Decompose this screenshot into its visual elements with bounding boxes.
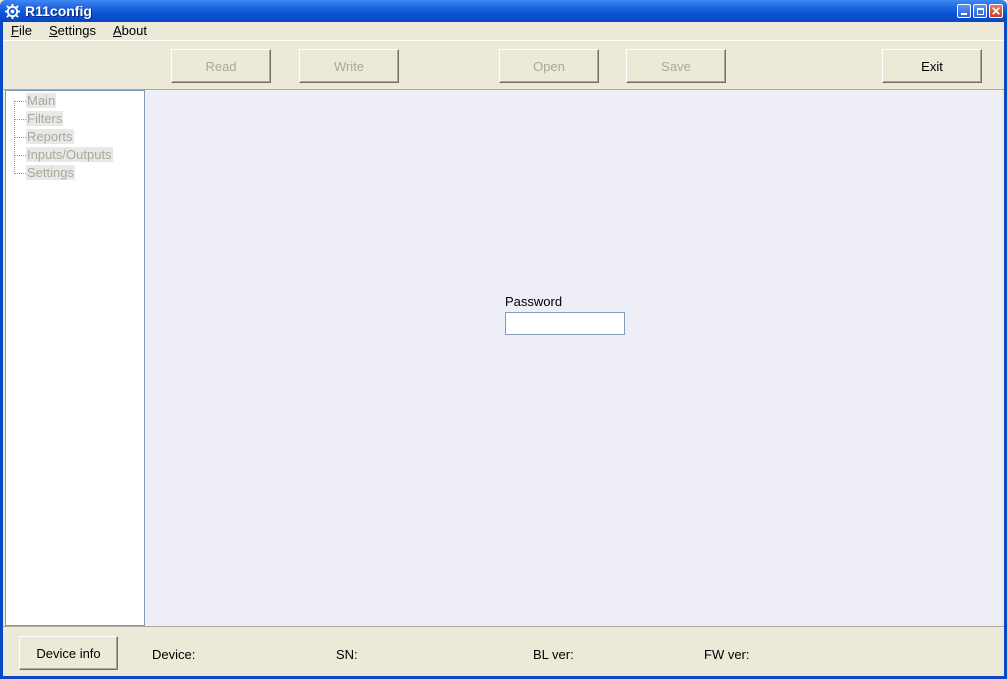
open-button[interactable]: Open — [499, 49, 599, 83]
bl-version-label: BL ver: — [533, 647, 574, 662]
tree-item-label: Main — [26, 93, 57, 108]
close-button[interactable] — [989, 4, 1003, 18]
app-window: R11config File Settings About Read Write… — [0, 0, 1007, 679]
menu-about[interactable]: About — [113, 23, 147, 38]
menu-bar: File Settings About — [3, 22, 1004, 40]
exit-button[interactable]: Exit — [882, 49, 982, 83]
tree-item-label: Inputs/Outputs — [26, 147, 113, 162]
close-icon — [992, 7, 1000, 15]
device-label: Device: — [152, 647, 196, 662]
window-title: R11config — [25, 3, 92, 19]
password-label: Password — [505, 294, 563, 309]
fw-version-label: FW ver: — [704, 647, 750, 662]
client-area: File Settings About Read Write Open Save… — [3, 22, 1004, 676]
maximize-button[interactable] — [973, 4, 987, 18]
password-input[interactable] — [505, 312, 625, 335]
minimize-button[interactable] — [957, 4, 971, 18]
maximize-icon — [977, 8, 984, 15]
device-info-button[interactable]: Device info — [19, 636, 118, 670]
navigation-tree: Main Filters Reports Inputs/Outputs Sett — [5, 90, 145, 626]
tree-item-label: Filters — [26, 111, 64, 126]
sn-label: SN: — [336, 647, 358, 662]
status-bar: Device info Device: SN: BL ver: FW ver: — [3, 626, 1004, 676]
tree-item-label: Settings — [26, 165, 75, 180]
title-bar[interactable]: R11config — [0, 0, 1007, 22]
tree-item-label: Reports — [26, 129, 74, 144]
main-panel: Password — [145, 90, 1002, 626]
menu-file[interactable]: File — [11, 23, 32, 38]
save-button[interactable]: Save — [626, 49, 726, 83]
read-button[interactable]: Read — [171, 49, 271, 83]
toolbar: Read Write Open Save Exit — [3, 40, 1004, 90]
gear-icon — [5, 4, 20, 19]
write-button[interactable]: Write — [299, 49, 399, 83]
menu-settings[interactable]: Settings — [49, 23, 96, 38]
minimize-icon — [961, 13, 967, 15]
